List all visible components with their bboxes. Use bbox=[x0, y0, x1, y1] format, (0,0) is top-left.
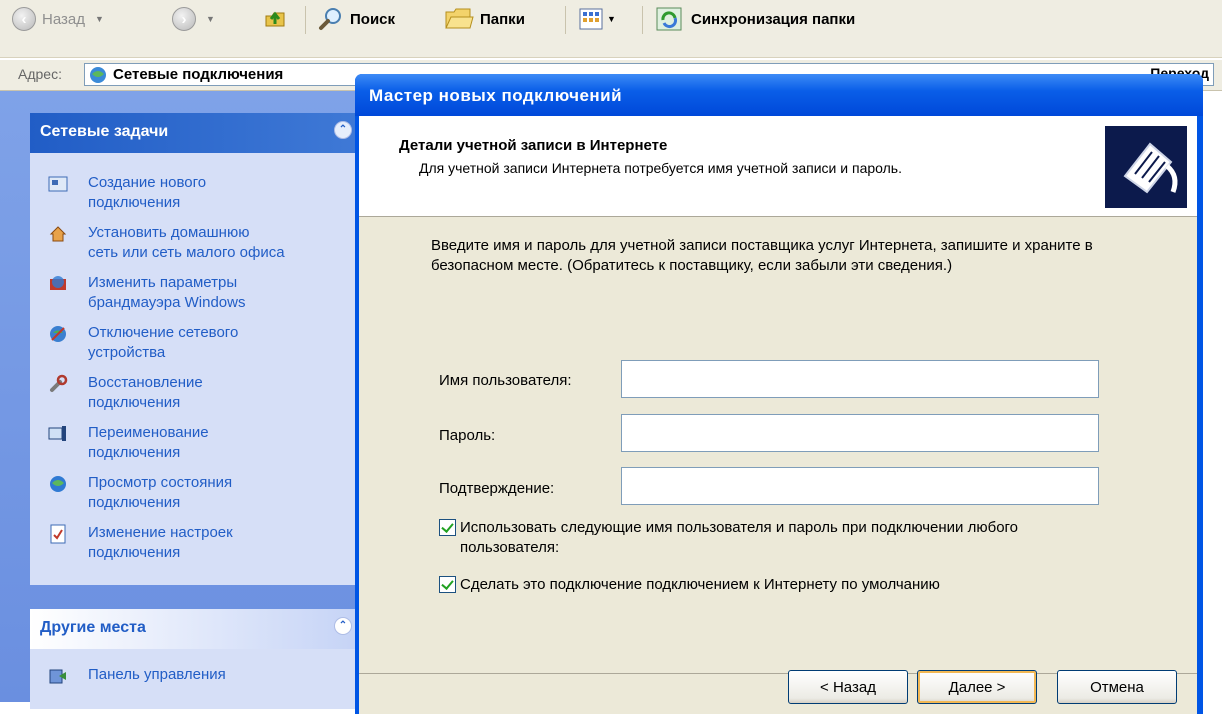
task-pane: Сетевые задачи ⌃ Создание нового подключ… bbox=[0, 91, 370, 709]
new-connection-wizard: Мастер новых подключений Детали учетной … bbox=[355, 74, 1203, 714]
disable-device-icon bbox=[50, 326, 66, 342]
collapse-icon[interactable]: ⌃ bbox=[334, 121, 352, 139]
network-cable-icon bbox=[1105, 126, 1187, 208]
username-input[interactable] bbox=[621, 360, 1099, 398]
all-users-checkbox-label: Использовать следующие имя пользователя … bbox=[460, 519, 1019, 556]
other-places-title: Другие места bbox=[40, 619, 146, 636]
address-value: Сетевые подключения bbox=[113, 66, 284, 83]
task-label: Изменить параметры брандмауэра Windows bbox=[88, 274, 246, 311]
task-item[interactable]: Восстановление подключения bbox=[48, 373, 348, 413]
back-button[interactable]: ‹ Назад ▼ bbox=[12, 6, 104, 32]
all-users-checkbox-row[interactable]: Использовать следующие имя пользователя … bbox=[439, 518, 1110, 558]
back-wizard-button[interactable]: < Назад bbox=[788, 670, 908, 704]
task-item[interactable]: Отключение сетевого устройства bbox=[48, 323, 348, 363]
home-network-icon bbox=[49, 226, 67, 242]
new-connection-icon bbox=[48, 176, 68, 192]
wizard-body: Детали учетной записи в Интернете Для уч… bbox=[359, 116, 1197, 714]
wizard-title: Мастер новых подключений bbox=[369, 86, 623, 105]
back-dropdown-icon[interactable]: ▼ bbox=[95, 14, 104, 24]
task-label: Просмотр состояния подключения bbox=[88, 474, 233, 511]
task-item[interactable]: Изменить параметры брандмауэра Windows bbox=[48, 273, 348, 313]
network-tasks-header[interactable]: Сетевые задачи ⌃ bbox=[30, 113, 360, 153]
search-label: Поиск bbox=[350, 10, 396, 28]
toolbar-separator bbox=[565, 6, 566, 34]
views-icon bbox=[579, 8, 603, 30]
sync-folder-button[interactable]: Синхронизация папки bbox=[655, 6, 855, 32]
username-label: Имя пользователя: bbox=[439, 372, 572, 389]
other-places-header[interactable]: Другие места ⌃ bbox=[30, 609, 360, 649]
task-item[interactable]: Установить домашнюю сеть или сеть малого… bbox=[48, 223, 348, 263]
task-label: Установить домашнюю сеть или сеть малого… bbox=[88, 224, 285, 261]
place-item[interactable]: Панель управления bbox=[48, 665, 348, 686]
default-connection-checkbox-label: Сделать это подключение подключением к И… bbox=[460, 576, 940, 593]
wizard-instructions: Введите имя и пароль для учетной записи … bbox=[431, 237, 1093, 274]
cancel-button[interactable]: Отмена bbox=[1057, 670, 1177, 704]
forward-button[interactable]: › ▼ bbox=[172, 6, 215, 32]
next-button[interactable]: Далее > bbox=[917, 670, 1037, 704]
confirm-password-label: Подтверждение: bbox=[439, 480, 555, 497]
task-label: Переименование подключения bbox=[88, 424, 209, 461]
all-users-checkbox[interactable] bbox=[439, 519, 456, 536]
network-tasks-panel: Сетевые задачи ⌃ Создание нового подключ… bbox=[30, 113, 360, 585]
task-item[interactable]: Создание нового подключения bbox=[48, 173, 348, 213]
password-input[interactable] bbox=[621, 414, 1099, 452]
folders-label: Папки bbox=[480, 10, 525, 28]
task-label: Восстановление подключения bbox=[88, 374, 203, 411]
firewall-icon bbox=[50, 276, 66, 290]
sync-folder-label: Синхронизация папки bbox=[691, 10, 856, 28]
toolbar-separator bbox=[305, 6, 306, 34]
task-label: Изменение настроек подключения bbox=[88, 524, 233, 561]
network-connections-icon bbox=[90, 67, 106, 83]
wizard-header-title: Детали учетной записи в Интернете bbox=[399, 137, 668, 154]
search-icon bbox=[319, 8, 341, 30]
address-label: Адрес: bbox=[18, 66, 62, 82]
task-item[interactable]: Просмотр состояния подключения bbox=[48, 473, 348, 513]
confirm-password-input[interactable] bbox=[621, 467, 1099, 505]
other-places-panel: Другие места ⌃ Панель управления bbox=[30, 609, 360, 709]
control-panel-icon bbox=[49, 669, 66, 684]
password-label: Пароль: bbox=[439, 427, 496, 444]
search-button[interactable]: Поиск bbox=[318, 6, 395, 32]
back-label: Назад bbox=[42, 10, 85, 28]
place-label: Панель управления bbox=[88, 666, 226, 683]
up-folder-icon bbox=[265, 11, 285, 27]
task-item[interactable]: Переименование подключения bbox=[48, 423, 348, 463]
wizard-header-subtitle: Для учетной записи Интернета потребуется… bbox=[419, 160, 902, 176]
back-arrow-icon: ‹ bbox=[12, 7, 36, 31]
sync-folder-icon bbox=[656, 7, 682, 31]
wizard-header: Детали учетной записи в Интернете Для уч… bbox=[359, 116, 1197, 217]
wizard-title-bar[interactable]: Мастер новых подключений bbox=[355, 74, 1203, 116]
toolbar-separator bbox=[642, 6, 643, 34]
folders-button[interactable]: Папки bbox=[444, 6, 525, 32]
settings-icon bbox=[50, 524, 66, 544]
default-connection-checkbox-row[interactable]: Сделать это подключение подключением к И… bbox=[439, 575, 1110, 595]
forward-dropdown-icon[interactable]: ▼ bbox=[206, 14, 215, 24]
forward-arrow-icon: › bbox=[172, 7, 196, 31]
task-label: Создание нового подключения bbox=[88, 174, 207, 211]
default-connection-checkbox[interactable] bbox=[439, 576, 456, 593]
views-button[interactable]: ▼ bbox=[578, 6, 616, 32]
status-icon bbox=[50, 476, 66, 492]
up-folder-button[interactable] bbox=[262, 6, 288, 32]
repair-icon bbox=[50, 374, 68, 392]
views-dropdown-icon[interactable]: ▼ bbox=[607, 14, 616, 24]
folders-icon bbox=[445, 8, 474, 29]
task-item[interactable]: Изменение настроек подключения bbox=[48, 523, 348, 563]
rename-icon bbox=[48, 426, 66, 441]
task-label: Отключение сетевого устройства bbox=[88, 324, 239, 361]
collapse-icon[interactable]: ⌃ bbox=[334, 617, 352, 635]
network-tasks-title: Сетевые задачи bbox=[40, 123, 169, 140]
explorer-toolbar: ‹ Назад ▼ › ▼ Поиск Папки ▼ Синхронизаци… bbox=[0, 0, 1222, 58]
